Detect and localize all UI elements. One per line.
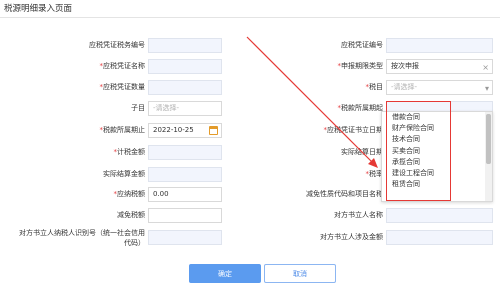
left-field-10-input[interactable]	[148, 230, 222, 245]
right-field-2-input[interactable]: 按次申报 ×	[386, 59, 493, 74]
right-field-1-label: 应税凭证编号	[341, 40, 383, 50]
field-label-text: 应税凭证数量	[103, 83, 145, 91]
left-field-4-label: 子目	[131, 103, 145, 113]
field-value: 按次申报	[391, 62, 419, 70]
field-label-text: 实际结算金额	[103, 170, 145, 178]
left-field-8-label: *应纳税额	[114, 189, 146, 199]
right-field-6-label: 实际结算日期	[341, 147, 383, 157]
field-label-text: 对方书立人涉及金额	[320, 233, 383, 241]
left-field-3-label: *应税凭证数量	[100, 82, 146, 92]
right-field-1-input[interactable]	[386, 38, 493, 53]
field-label-text: 应税凭证编号	[341, 41, 383, 49]
field-label-text: 减免性质代码和项目名称	[306, 190, 383, 198]
right-field-8-label: 减免性质代码和项目名称	[306, 189, 383, 199]
field-label-text: 税目	[369, 83, 383, 91]
field-placeholder: -请选择-	[153, 104, 180, 112]
left-field-3-input[interactable]	[148, 80, 222, 95]
left-field-8-input[interactable]: 0.00	[148, 187, 222, 202]
field-label-text: 应税凭证税务编号	[89, 41, 145, 49]
right-field-9-input[interactable]	[386, 208, 493, 223]
dropdown-scrollbar[interactable]	[485, 112, 492, 201]
left-field-10-label: 对方书立人纳税人识别号（统一社会信用代码）	[17, 228, 145, 248]
field-value: 0.00	[153, 190, 169, 198]
title-divider	[0, 17, 500, 18]
confirm-button[interactable]: 确定	[189, 264, 261, 283]
left-field-5-input[interactable]: 2022-10-25	[148, 123, 222, 138]
left-field-4-input[interactable]: -请选择-	[148, 101, 222, 116]
right-field-9-label: 对方书立人名称	[334, 210, 383, 220]
field-label-text: 申报期限类型	[341, 62, 383, 70]
page-title: 税源明细录入页面	[4, 4, 73, 14]
field-label-text: 对方书立人名称	[334, 211, 383, 219]
field-label-text: 应纳税额	[117, 190, 145, 198]
left-field-2-label: *应税凭证名称	[100, 61, 146, 71]
field-label-text: 税款所属期起	[341, 104, 383, 112]
right-field-10-input[interactable]	[386, 230, 493, 245]
right-field-2-label: *申报期限类型	[338, 61, 384, 71]
calendar-icon[interactable]	[209, 126, 218, 135]
left-field-1-input[interactable]	[148, 38, 222, 53]
field-label-text: 子目	[131, 104, 145, 112]
left-field-5-label: *税款所属期止	[100, 125, 146, 135]
right-field-4-label: *税款所属期起	[338, 103, 384, 113]
right-field-10-label: 对方书立人涉及金额	[320, 232, 383, 242]
left-field-9-label: 减免税额	[117, 210, 145, 220]
left-field-7-label: 实际结算金额	[103, 169, 145, 179]
left-field-2-input[interactable]	[148, 59, 222, 74]
field-label-text: 应税凭证名称	[103, 62, 145, 70]
field-label-text: 减免税额	[117, 211, 145, 219]
field-label-text: 税款所属期止	[103, 126, 145, 134]
field-label-text: 应税凭证书立日期	[327, 126, 383, 134]
left-field-1-label: 应税凭证税务编号	[89, 40, 145, 50]
left-field-7-input[interactable]	[148, 167, 222, 182]
field-placeholder: -请选择-	[391, 83, 418, 91]
annotation-highlight-box	[386, 101, 451, 201]
field-value: 2022-10-25	[153, 126, 194, 134]
right-field-3-label: *税目	[366, 82, 384, 92]
right-field-5-label: *应税凭证书立日期	[324, 125, 384, 135]
chevron-down-icon[interactable]: ▾	[485, 82, 489, 94]
dropdown-scrollbar-thumb[interactable]	[486, 114, 491, 164]
right-field-3-input[interactable]: -请选择- ▾	[386, 80, 493, 95]
field-label-text: 对方书立人纳税人识别号（统一社会信用代码）	[19, 229, 145, 247]
field-label-text: 实际结算日期	[341, 148, 383, 156]
field-label-text: 计税金额	[117, 148, 145, 156]
cancel-button[interactable]: 取消	[264, 264, 336, 283]
clear-icon[interactable]: ×	[482, 61, 489, 73]
left-field-6-input[interactable]	[148, 145, 222, 160]
left-field-6-label: *计税金额	[114, 147, 146, 157]
left-field-9-input[interactable]	[148, 208, 222, 223]
